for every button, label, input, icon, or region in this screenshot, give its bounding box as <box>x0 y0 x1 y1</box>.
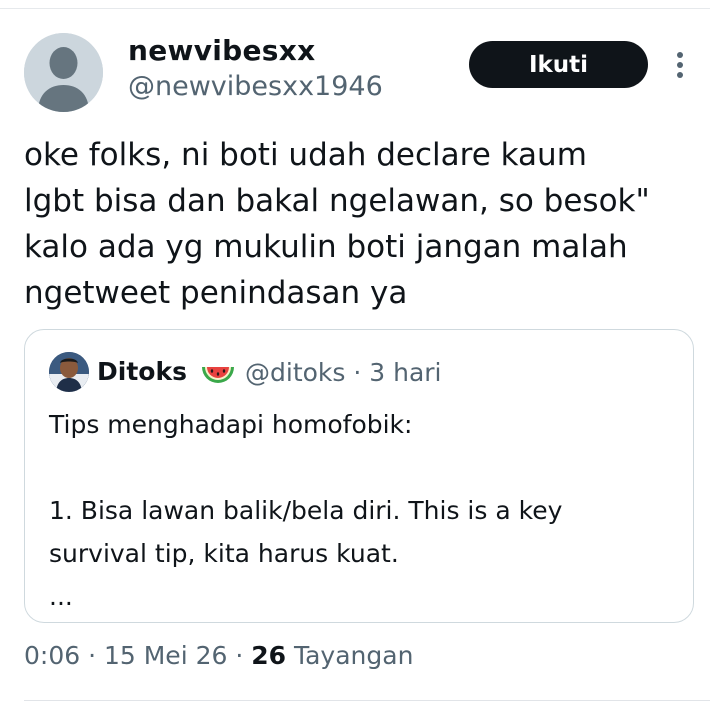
default-profile-icon <box>24 33 103 112</box>
follow-button[interactable]: Ikuti <box>469 41 648 88</box>
tweet-text-line: oke folks, ni boti udah declare kaum <box>24 137 587 173</box>
views-label: Tayangan <box>286 641 414 670</box>
quoted-text-line: survival tip, kita harus kuat. <box>49 539 399 568</box>
views-count: 26 <box>251 641 287 670</box>
quoted-author-avatar[interactable] <box>49 352 89 392</box>
quoted-text-line <box>49 446 669 489</box>
profile-photo-icon <box>49 352 89 392</box>
quoted-tweet-meta[interactable]: @ditoks · 3 hari <box>245 358 442 387</box>
author-handle[interactable]: @newvibesxx1946 <box>128 71 383 102</box>
tweet-time-date[interactable]: 0:06 · 15 Mei 26 · <box>24 641 251 670</box>
quoted-text-line: ... <box>49 582 73 611</box>
tweet-timestamp-row: 0:06 · 15 Mei 26 · 26 Tayangan <box>24 641 413 670</box>
watermelon-icon <box>202 367 234 383</box>
quoted-author-name[interactable]: Ditoks <box>97 357 187 386</box>
top-divider <box>0 8 710 9</box>
author-display-name[interactable]: newvibesxx <box>128 34 315 67</box>
quoted-text-line: Tips menghadapi homofobik: <box>49 410 413 439</box>
quoted-text-line: 1. Bisa lawan balik/bela diri. This is a… <box>49 496 563 525</box>
more-options-icon[interactable] <box>668 50 692 80</box>
quoted-tweet-text: Tips menghadapi homofobik: 1. Bisa lawan… <box>49 403 669 618</box>
quoted-tweet-card[interactable]: Ditoks @ditoks · 3 hari Tips menghadapi … <box>24 329 694 623</box>
tweet-text-line: lgbt bisa dan bakal ngelawan, so besok" <box>24 183 650 219</box>
tweet-text-line: kalo ada yg mukulin boti jangan malah <box>24 229 628 265</box>
bottom-divider <box>24 700 710 701</box>
tweet-text: oke folks, ni boti udah declare kaum lgb… <box>24 132 684 316</box>
tweet-text-line: ngetweet penindasan ya <box>24 275 408 311</box>
author-avatar[interactable] <box>24 33 103 112</box>
